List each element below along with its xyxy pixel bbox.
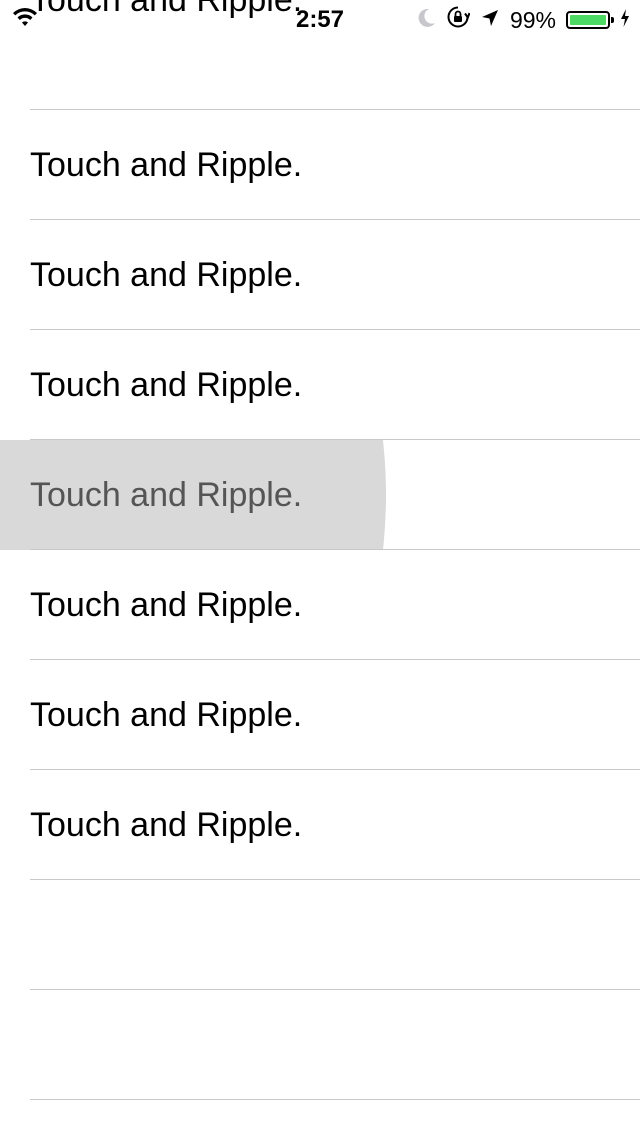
battery-percent: 99%: [509, 7, 556, 33]
table-row[interactable]: Touch and Ripple.: [0, 550, 640, 660]
location-arrow-icon: [480, 7, 500, 34]
row-label: Touch and Ripple.: [30, 366, 303, 404]
status-bar: 2:57 99%: [0, 0, 640, 40]
battery-icon: [566, 11, 614, 29]
row-separator: [30, 1099, 640, 1100]
table-row[interactable]: Touch and Ripple.: [0, 110, 640, 220]
table-row-pressed[interactable]: Touch and Ripple.: [0, 440, 640, 550]
row-label: Touch and Ripple.: [30, 476, 303, 514]
battery-tip: [611, 17, 614, 23]
table-row[interactable]: Touch and Ripple.: [0, 330, 640, 440]
moon-icon: [418, 7, 436, 34]
row-label: Touch and Ripple.: [30, 146, 303, 184]
row-label: Touch and Ripple.: [30, 696, 303, 734]
table-row[interactable]: Touch and Ripple.: [0, 220, 640, 330]
rotation-lock-icon: [446, 5, 471, 35]
row-label: Touch and Ripple.: [30, 256, 303, 294]
table-row-empty[interactable]: [0, 990, 640, 1100]
row-label: Touch and Ripple.: [30, 806, 303, 844]
status-right: 99%: [418, 6, 630, 34]
row-label: Touch and Ripple.: [30, 586, 303, 624]
table-row[interactable]: Touch and Ripple.: [0, 770, 640, 880]
charging-bolt-icon: [620, 7, 630, 34]
battery-level-fill: [570, 15, 606, 25]
table-row[interactable]: Touch and Ripple.: [0, 660, 640, 770]
table-row-empty[interactable]: [0, 880, 640, 990]
